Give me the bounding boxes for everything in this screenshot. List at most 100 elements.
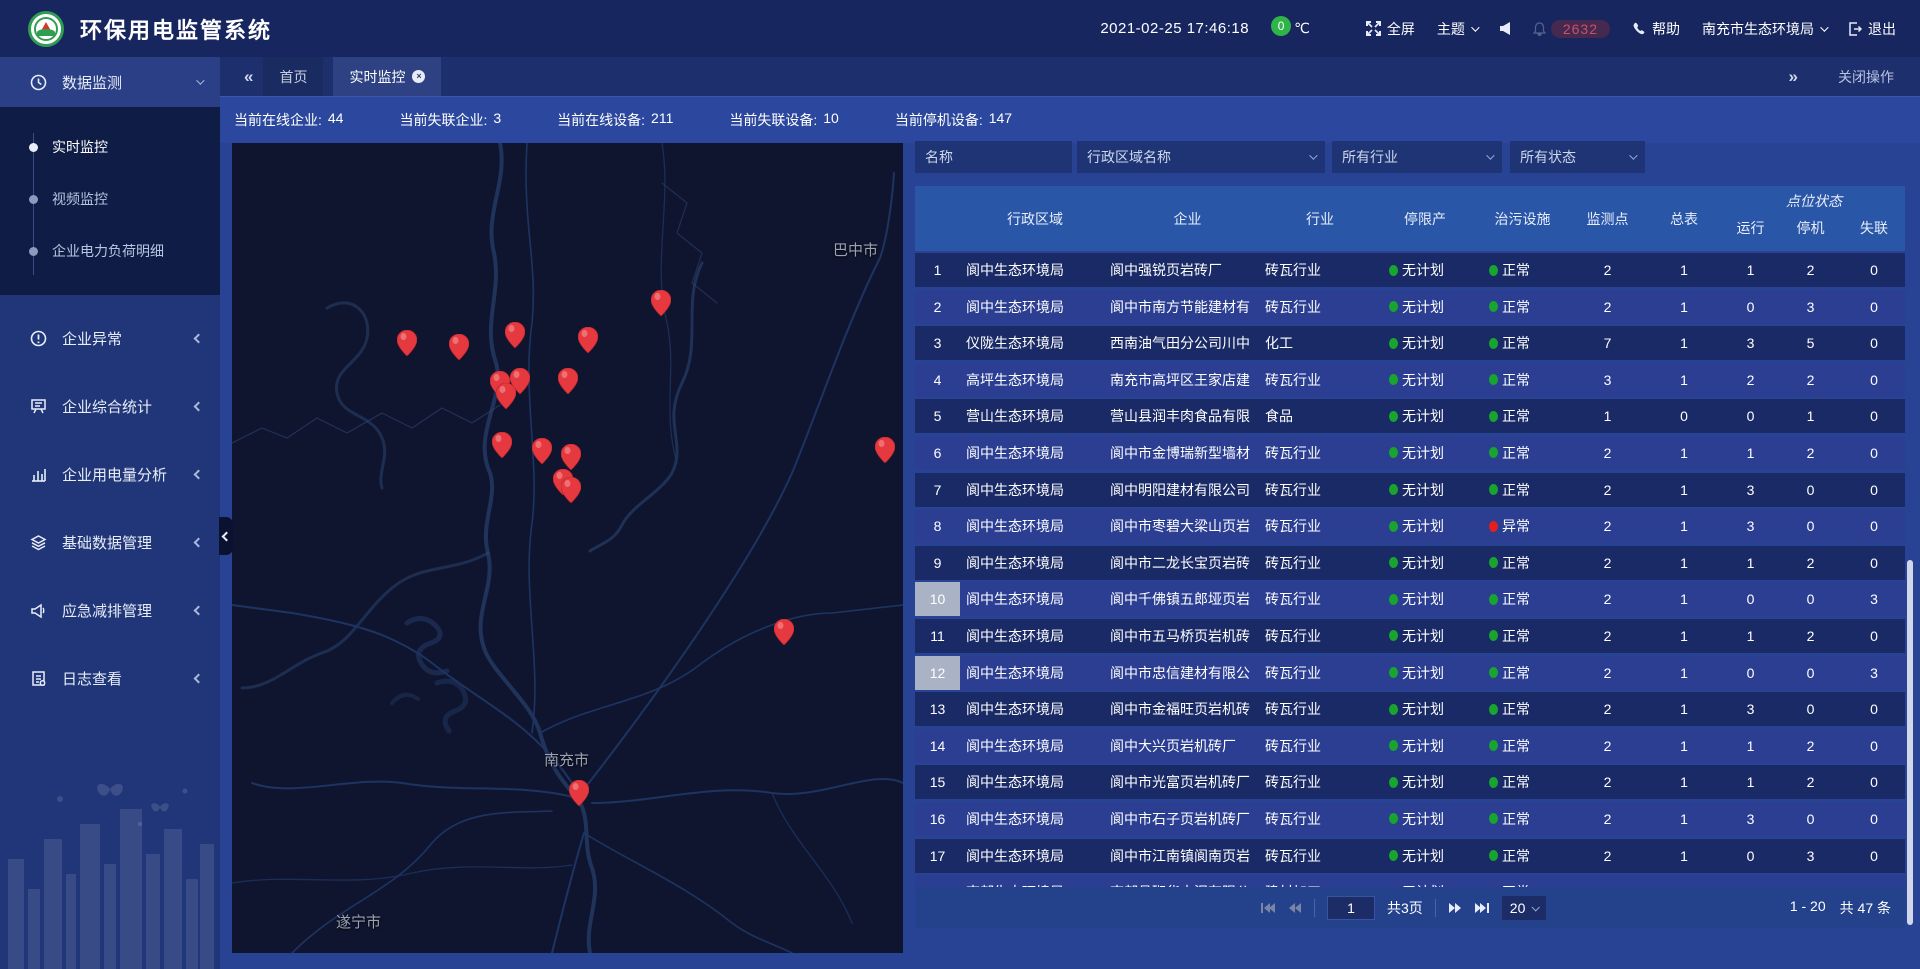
table-row[interactable]: 1阆中生态环境局阆中强锐页岩砖厂砖瓦行业无计划正常21120 — [915, 253, 1905, 287]
page-number-input[interactable] — [1327, 896, 1375, 920]
map-pin-icon[interactable] — [875, 437, 895, 463]
sidebar-group-emergency-reduction[interactable]: 应急减排管理 — [0, 585, 220, 635]
map-pin-icon[interactable] — [561, 477, 581, 503]
table-row[interactable]: 9阆中生态环境局阆中市二龙长宝页岩砖砖瓦行业无计划正常21120 — [915, 546, 1905, 580]
status-dot-icon — [1489, 630, 1498, 641]
tabs-scroll-right-button[interactable]: » — [1789, 67, 1798, 87]
cell-facility-text: 正常 — [1502, 260, 1530, 280]
status-dot-icon — [1389, 265, 1398, 276]
name-search-input[interactable] — [925, 149, 1062, 165]
cell-production-status: 无计划 — [1375, 516, 1475, 536]
cell-run-count: 2 — [1723, 372, 1778, 388]
region-select[interactable]: 行政区域名称 — [1077, 141, 1325, 173]
col-header-region: 行政区域 — [960, 186, 1110, 251]
first-page-button[interactable] — [1260, 902, 1276, 914]
status-dot-icon — [1389, 704, 1398, 715]
sidebar-group-log-view[interactable]: 日志查看 — [0, 653, 220, 703]
map-pin-icon[interactable] — [561, 444, 581, 470]
last-page-button[interactable] — [1474, 902, 1490, 914]
table-row[interactable]: 13阆中生态环境局阆中市金福旺页岩机砖砖瓦行业无计划正常21300 — [915, 692, 1905, 726]
sidebar-collapse-handle[interactable] — [219, 517, 233, 555]
tab-realtime-monitor[interactable]: 实时监控 × — [333, 57, 441, 96]
map-pin-icon[interactable] — [578, 327, 598, 353]
col-header-production: 停限产 — [1375, 186, 1475, 251]
map-pin-icon[interactable] — [651, 290, 671, 316]
sidebar-group-base-data[interactable]: 基础数据管理 — [0, 517, 220, 567]
sidebar-group-data-monitor[interactable]: 数据监测 — [0, 57, 220, 107]
tab-close-icon[interactable]: × — [412, 70, 425, 83]
page-size-select[interactable]: 20 — [1502, 896, 1547, 920]
stat-label: 当前在线设备: — [557, 110, 645, 130]
row-number: 8 — [915, 509, 960, 543]
table-row[interactable]: 11阆中生态环境局阆中市五马桥页岩机砖砖瓦行业无计划正常21120 — [915, 619, 1905, 653]
table-scrollbar-thumb[interactable] — [1907, 560, 1913, 925]
map-pin-icon[interactable] — [510, 368, 530, 394]
next-page-button[interactable] — [1448, 902, 1462, 914]
map-pin-icon[interactable] — [532, 438, 552, 464]
map-pin-icon[interactable] — [558, 368, 578, 394]
sidebar-item-realtime-monitor[interactable]: 实时监控 — [0, 121, 220, 173]
table-row[interactable]: 2阆中生态环境局阆中市南方节能建材有砖瓦行业无计划正常21030 — [915, 290, 1905, 324]
map-panel[interactable]: 巴中市南充市遂宁市 — [232, 143, 903, 953]
table-row[interactable]: 4高坪生态环境局南充市高坪区王家店建砖瓦行业无计划正常31220 — [915, 363, 1905, 397]
industry-select[interactable]: 所有行业 — [1332, 141, 1502, 173]
cell-run-count: 3 — [1723, 482, 1778, 498]
status-select[interactable]: 所有状态 — [1510, 141, 1645, 173]
sidebar-group-comprehensive-stats[interactable]: 企业综合统计 — [0, 381, 220, 431]
cell-industry: 砖瓦行业 — [1265, 370, 1375, 390]
table-row[interactable]: 14阆中生态环境局阆中大兴页岩机砖厂砖瓦行业无计划正常21120 — [915, 729, 1905, 763]
status-dot-icon — [1389, 411, 1398, 422]
sidebar-group-enterprise-abnormal[interactable]: 企业异常 — [0, 313, 220, 363]
row-number: 4 — [915, 363, 960, 397]
map-pin-icon[interactable] — [505, 322, 525, 348]
cell-lost-count: 0 — [1843, 518, 1905, 534]
notification-button[interactable]: 2632 — [1533, 20, 1610, 38]
map-pin-icon[interactable] — [492, 432, 512, 458]
logout-button[interactable]: 退出 — [1848, 19, 1896, 39]
help-button[interactable]: 帮助 — [1632, 19, 1680, 39]
table-row[interactable]: 6阆中生态环境局阆中市金博瑞新型墙材砖瓦行业无计划正常21120 — [915, 436, 1905, 470]
bell-icon — [1533, 22, 1546, 36]
prev-page-button[interactable] — [1288, 902, 1302, 914]
status-dot-icon — [1489, 265, 1498, 276]
page-size-value: 20 — [1510, 900, 1526, 916]
stat-label: 当前停机设备: — [895, 110, 983, 130]
table-row[interactable]: 10阆中生态环境局阆中千佛镇五郎垭页岩砖瓦行业无计划正常21003 — [915, 582, 1905, 616]
fullscreen-button[interactable]: 全屏 — [1366, 19, 1415, 39]
map-pin-icon[interactable] — [774, 619, 794, 645]
cell-facility-text: 正常 — [1502, 297, 1530, 317]
map-pin-icon[interactable] — [449, 334, 469, 360]
cell-production-status: 无计划 — [1375, 333, 1475, 353]
region-select-value: 行政区域名称 — [1087, 147, 1171, 167]
org-dropdown[interactable]: 南充市生态环境局 — [1702, 19, 1826, 39]
cell-stop-count: 2 — [1778, 372, 1843, 388]
tabs-scroll-left-button[interactable]: « — [244, 67, 253, 87]
sidebar-item-power-load-detail[interactable]: 企业电力负荷明细 — [0, 225, 220, 277]
table-row[interactable]: 8阆中生态环境局阆中市枣碧大梁山页岩砖瓦行业无计划异常21300 — [915, 509, 1905, 543]
mute-speaker-button[interactable] — [1499, 22, 1511, 35]
cell-company: 阆中市光富页岩机砖厂 — [1110, 772, 1265, 792]
alert-icon — [28, 330, 48, 347]
table-row[interactable]: 17阆中生态环境局阆中市江南镇阆南页岩砖瓦行业无计划正常21030 — [915, 839, 1905, 873]
table-row[interactable]: 16阆中生态环境局阆中市石子页岩机砖厂砖瓦行业无计划正常21300 — [915, 802, 1905, 836]
table-row[interactable]: 18南部生态环境局南部县砌华水泥有限公建材加工无计划正常50050 — [915, 875, 1905, 887]
table-row[interactable]: 3仪陇生态环境局西南油气田分公司川中化工无计划正常71350 — [915, 326, 1905, 360]
table-row[interactable]: 7阆中生态环境局阆中明阳建材有限公司砖瓦行业无计划正常21300 — [915, 473, 1905, 507]
tab-home[interactable]: 首页 — [263, 57, 323, 96]
table-row[interactable]: 5营山生态环境局营山县润丰肉食品有限食品无计划正常10010 — [915, 399, 1905, 433]
cell-facility-status: 正常 — [1475, 370, 1570, 390]
sidebar-item-video-monitor[interactable]: 视频监控 — [0, 173, 220, 225]
theme-dropdown[interactable]: 主题 — [1437, 19, 1477, 39]
map-pin-icon[interactable] — [397, 330, 417, 356]
map-pin-icon[interactable] — [569, 780, 589, 806]
sidebar-group-electricity-analysis[interactable]: 企业用电量分析 — [0, 449, 220, 499]
stat-item: 当前停机设备:147 — [895, 110, 1012, 130]
cell-company: 阆中强锐页岩砖厂 — [1110, 260, 1265, 280]
cell-stop-count: 1 — [1778, 408, 1843, 424]
name-search-input-box[interactable] — [915, 141, 1072, 173]
row-number: 17 — [915, 839, 960, 873]
cell-run-count: 3 — [1723, 811, 1778, 827]
close-operations-button[interactable]: 关闭操作 — [1838, 67, 1894, 87]
table-row[interactable]: 12阆中生态环境局阆中市忠信建材有限公砖瓦行业无计划正常21003 — [915, 656, 1905, 690]
table-row[interactable]: 15阆中生态环境局阆中市光富页岩机砖厂砖瓦行业无计划正常21120 — [915, 765, 1905, 799]
